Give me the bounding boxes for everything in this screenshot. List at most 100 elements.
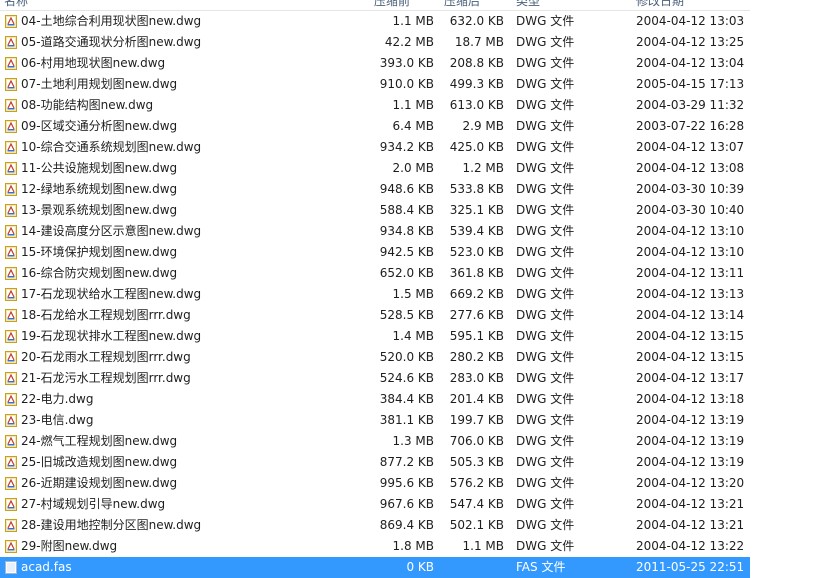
file-type: DWG 文件 (516, 14, 575, 28)
file-row[interactable]: 08-功能结构图new.dwg 1.1 MB 613.0 KB DWG 文件 2004-… (0, 95, 750, 116)
file-row[interactable]: 04-土地综合利用现状图new.dwg 1.1 MB 632.0 KB DWG 文件 2… (0, 11, 750, 32)
file-icon (5, 561, 17, 574)
file-row[interactable]: 25-旧城改造规划图new.dwg 877.2 KB 505.3 KB DWG 文件 2… (0, 452, 750, 473)
file-type: DWG 文件 (516, 308, 575, 322)
file-row[interactable]: 09-区域交通分析图new.dwg 6.4 MB 2.9 MB DWG 文件 2003-… (0, 116, 750, 137)
file-type: DWG 文件 (516, 497, 575, 511)
file-icon (5, 162, 17, 175)
file-size: 199.7 KB (449, 413, 504, 427)
file-row[interactable]: 28-建设用地控制分区图new.dwg 869.4 KB 502.1 KB DWG 文… (0, 515, 750, 536)
file-row[interactable]: acad.fas 0 KB FAS 文件 2011-05-25 22:51 (0, 557, 750, 578)
file-size: 523.0 KB (449, 245, 504, 259)
file-row[interactable]: 11-公共设施规划图new.dwg 2.0 MB 1.2 MB DWG 文件 2004-… (0, 158, 750, 179)
file-row[interactable]: 06-村用地现状图new.dwg 393.0 KB 208.8 KB DWG 文件 20… (0, 53, 750, 74)
file-row[interactable]: 29-附图new.dwg 1.8 MB 1.1 MB DWG 文件 2004-04-12… (0, 536, 750, 557)
file-modified: 2004-03-30 10:39 (636, 182, 745, 196)
file-icon (5, 351, 17, 364)
file-row[interactable]: 20-石龙雨水工程规划图rrr.dwg 520.0 KB 280.2 KB DWG 文… (0, 347, 750, 368)
file-modified: 2004-04-12 13:22 (636, 539, 745, 553)
file-name: 13-景观系统规划图new.dwg (21, 203, 178, 217)
file-name: 15-环境保护规划图new.dwg (21, 245, 178, 259)
file-size: 361.8 KB (449, 266, 504, 280)
file-type: DWG 文件 (516, 539, 575, 553)
file-row[interactable]: 07-土地利用规划图new.dwg 910.0 KB 499.3 KB DWG 文件 2… (0, 74, 750, 95)
file-modified: 2004-04-12 13:10 (636, 224, 745, 238)
file-name: 10-综合交通系统规划图new.dwg (21, 140, 202, 154)
file-name: 09-区域交通分析图new.dwg (21, 119, 178, 133)
file-row[interactable]: 15-环境保护规划图new.dwg 942.5 KB 523.0 KB DWG 文件 2… (0, 242, 750, 263)
file-row[interactable]: 12-绿地系统规划图new.dwg 948.6 KB 533.8 KB DWG 文件 2… (0, 179, 750, 200)
file-row[interactable]: 17-石龙现状给水工程图new.dwg 1.5 MB 669.2 KB DWG 文件 2… (0, 284, 750, 305)
file-type: DWG 文件 (516, 371, 575, 385)
file-size: 669.2 KB (449, 287, 504, 301)
file-row[interactable]: 26-近期建设规划图new.dwg 995.6 KB 576.2 KB DWG 文件 2… (0, 473, 750, 494)
file-size: 502.1 KB (449, 518, 504, 532)
file-icon (5, 540, 17, 553)
file-type: DWG 文件 (516, 56, 575, 70)
file-icon (5, 246, 17, 259)
column-header-compressed[interactable]: 压缩前 (374, 0, 410, 9)
file-size: 539.4 KB (449, 224, 504, 238)
file-name: 06-村用地现状图new.dwg (21, 56, 166, 70)
file-row[interactable]: 22-电力.dwg 384.4 KB 201.4 KB DWG 文件 2004-04-1… (0, 389, 750, 410)
file-modified: 2004-04-12 13:04 (636, 56, 745, 70)
file-modified: 2004-04-12 13:08 (636, 161, 745, 175)
file-name: 24-燃气工程规划图new.dwg (21, 434, 178, 448)
file-modified: 2004-04-12 13:03 (636, 14, 745, 28)
file-modified: 2003-07-22 16:28 (636, 119, 745, 133)
file-icon (5, 477, 17, 490)
file-size: 277.6 KB (449, 308, 504, 322)
column-header-modified[interactable]: 修改日期 (636, 0, 684, 9)
file-row[interactable]: 27-村域规划引导new.dwg 967.6 KB 547.4 KB DWG 文件 20… (0, 494, 750, 515)
column-header-size[interactable]: 压缩后 (444, 0, 480, 9)
file-size: 208.8 KB (449, 56, 504, 70)
file-row[interactable]: 13-景观系统规划图new.dwg 588.4 KB 325.1 KB DWG 文件 2… (0, 200, 750, 221)
file-size: 706.0 KB (449, 434, 504, 448)
file-name: 19-石龙现状排水工程图new.dwg (21, 329, 202, 343)
file-size: 613.0 KB (449, 98, 504, 112)
file-modified: 2004-04-12 13:14 (636, 308, 745, 322)
file-name: 07-土地利用规划图new.dwg (21, 77, 178, 91)
file-modified: 2004-04-12 13:25 (636, 35, 745, 49)
file-modified: 2011-05-25 22:51 (636, 560, 745, 574)
column-header-type[interactable]: 类型 (516, 0, 540, 9)
file-type: DWG 文件 (516, 161, 575, 175)
file-modified: 2004-04-12 13:21 (636, 497, 745, 511)
file-size: 2.9 MB (462, 119, 504, 133)
file-size: 576.2 KB (449, 476, 504, 490)
file-row[interactable]: 19-石龙现状排水工程图new.dwg 1.4 MB 595.1 KB DWG 文件 2… (0, 326, 750, 347)
file-icon (5, 57, 17, 70)
file-row[interactable]: 24-燃气工程规划图new.dwg 1.3 MB 706.0 KB DWG 文件 200… (0, 431, 750, 452)
file-name: 12-绿地系统规划图new.dwg (21, 182, 178, 196)
column-header-name[interactable]: 名称 (4, 0, 28, 9)
file-name: 11-公共设施规划图new.dwg (21, 161, 178, 175)
file-row[interactable]: 21-石龙污水工程规划图rrr.dwg 524.6 KB 283.0 KB DWG 文… (0, 368, 750, 389)
file-row[interactable]: 23-电信.dwg 381.1 KB 199.7 KB DWG 文件 2004-04-1… (0, 410, 750, 431)
file-icon (5, 267, 17, 280)
file-row[interactable]: 05-道路交通现状分析图new.dwg 42.2 MB 18.7 MB DWG 文件 2… (0, 32, 750, 53)
file-row[interactable]: 18-石龙给水工程规划图rrr.dwg 528.5 KB 277.6 KB DWG 文… (0, 305, 750, 326)
file-icon (5, 498, 17, 511)
file-icon (5, 183, 17, 196)
file-name: 20-石龙雨水工程规划图rrr.dwg (21, 350, 191, 364)
file-name: 29-附图new.dwg (21, 539, 118, 553)
file-name: 22-电力.dwg (21, 392, 94, 406)
file-row[interactable]: 14-建设高度分区示意图new.dwg 934.8 KB 539.4 KB DWG 文… (0, 221, 750, 242)
file-icon (5, 288, 17, 301)
file-modified: 2004-04-12 13:10 (636, 245, 745, 259)
file-modified: 2004-04-12 13:17 (636, 371, 745, 385)
file-row[interactable]: 16-综合防灾规划图new.dwg 652.0 KB 361.8 KB DWG 文件 2… (0, 263, 750, 284)
file-type: DWG 文件 (516, 182, 575, 196)
file-icon (5, 99, 17, 112)
file-size: 547.4 KB (449, 497, 504, 511)
file-icon (5, 309, 17, 322)
file-size: 201.4 KB (449, 392, 504, 406)
file-type: DWG 文件 (516, 266, 575, 280)
file-name: 04-土地综合利用现状图new.dwg (21, 14, 202, 28)
file-name: 05-道路交通现状分析图new.dwg (21, 35, 202, 49)
file-row[interactable]: 10-综合交通系统规划图new.dwg 934.2 KB 425.0 KB DWG 文… (0, 137, 750, 158)
file-type: DWG 文件 (516, 224, 575, 238)
file-name: 28-建设用地控制分区图new.dwg (21, 518, 202, 532)
file-size: 1.2 MB (462, 161, 504, 175)
file-name: 08-功能结构图new.dwg (21, 98, 154, 112)
